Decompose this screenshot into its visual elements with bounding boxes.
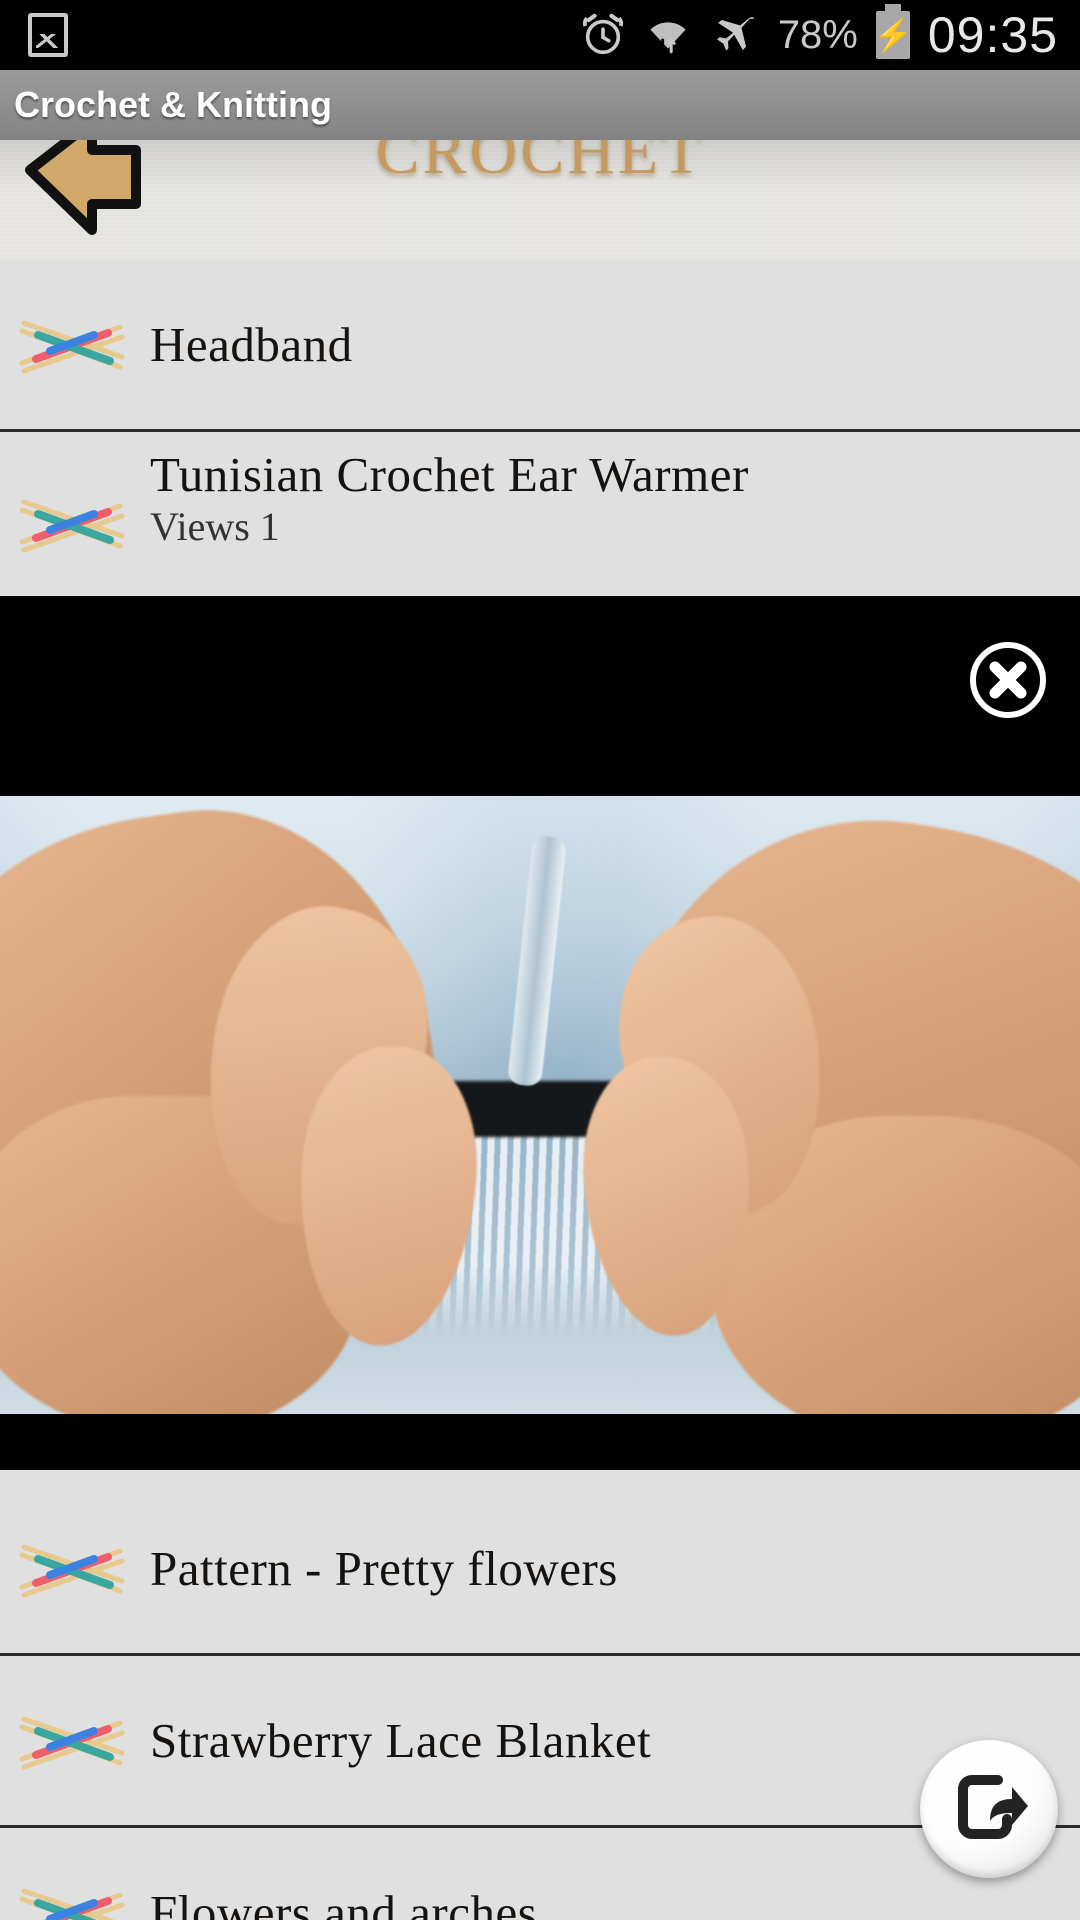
advertisement-overlay[interactable] bbox=[0, 596, 1080, 1470]
share-export-button[interactable] bbox=[920, 1740, 1058, 1878]
crossed-crochet-hooks-icon bbox=[16, 313, 128, 377]
crossed-crochet-hooks-icon bbox=[16, 1709, 128, 1773]
list-item[interactable]: Tunisian Crochet Ear Warmer Views 1 bbox=[0, 432, 1080, 610]
wifi-data-transfer-icon bbox=[644, 11, 692, 59]
ad-video-content[interactable] bbox=[0, 796, 1080, 1414]
list-item[interactable]: Flowers and arches bbox=[0, 1828, 1080, 1920]
status-bar-right: 78% ⚡ 09:35 bbox=[580, 4, 1080, 64]
list-item[interactable]: Strawberry Lace Blanket bbox=[0, 1656, 1080, 1828]
share-export-icon bbox=[946, 1764, 1032, 1855]
alarm-clock-icon bbox=[580, 12, 626, 58]
battery-charging-icon: ⚡ bbox=[873, 4, 913, 59]
list-item-label: Strawberry Lace Blanket bbox=[150, 1713, 652, 1768]
list-item-label: Flowers and arches bbox=[150, 1885, 538, 1920]
airplane-mode-icon bbox=[710, 10, 760, 60]
battery-percent-label: 78% bbox=[777, 12, 858, 57]
list-item-label: Tunisian Crochet Ear Warmer bbox=[150, 447, 749, 502]
gallery-image-icon bbox=[28, 13, 68, 57]
status-bar-left bbox=[0, 13, 580, 57]
list-item-sublabel: Views 1 bbox=[150, 504, 280, 549]
ad-close-icon[interactable] bbox=[966, 638, 1050, 722]
crossed-crochet-hooks-icon bbox=[16, 1537, 128, 1601]
crossed-crochet-hooks-icon bbox=[16, 492, 128, 556]
page-title: Crochet & Knitting bbox=[14, 84, 332, 125]
status-bar-clock: 09:35 bbox=[927, 7, 1058, 63]
status-bar: 78% ⚡ 09:35 bbox=[0, 0, 1080, 70]
list-item[interactable]: Headband bbox=[0, 260, 1080, 432]
crossed-crochet-hooks-icon bbox=[16, 1881, 128, 1920]
list-item-label: Pattern - Pretty flowers bbox=[150, 1541, 618, 1596]
back-arrow-icon[interactable] bbox=[18, 140, 168, 238]
list-item-label: Headband bbox=[150, 317, 353, 372]
category-banner: CROCHET bbox=[0, 140, 1080, 260]
app-title-bar: Crochet & Knitting bbox=[0, 70, 1080, 140]
list-item[interactable]: Pattern - Pretty flowers bbox=[0, 1484, 1080, 1656]
